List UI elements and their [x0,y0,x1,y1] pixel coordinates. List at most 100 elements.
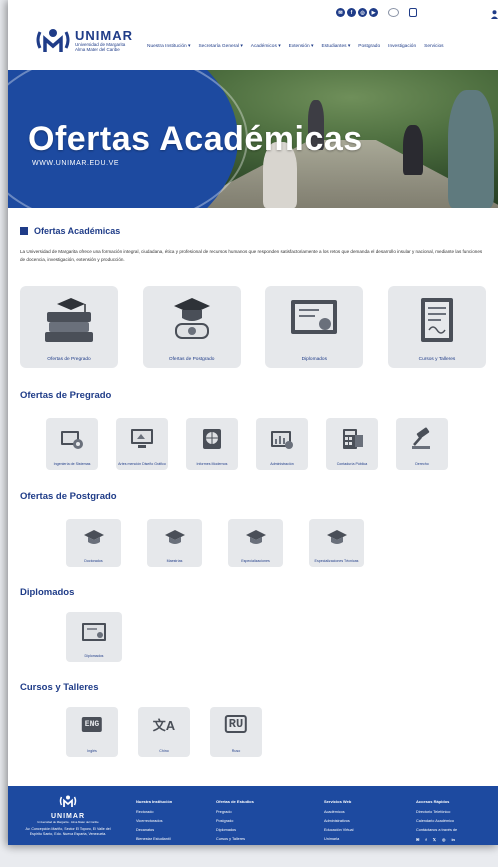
footer-link[interactable]: Educación Virtual [324,828,353,832]
footer-col-title: Servicios Web [324,799,352,804]
gavel-icon [412,427,430,449]
card-contaduria-publica[interactable]: Contaduría Pública [326,418,378,470]
footer-link[interactable]: Directorio Telefónico [416,810,457,814]
nav-extension[interactable]: Extensión ▾ [289,44,314,49]
footer-col-institucion: Nuestra Institución Rectorado Vicerrecto… [136,799,172,845]
intro-text: La Universidad de Margarita ofrece una f… [20,249,483,262]
translate-icon: 文A [152,718,176,733]
footer-link[interactable]: Vicerrectorados [136,819,172,823]
nav-secretaria-general[interactable]: Secretaría General ▾ [198,44,242,49]
card-cursos-talleres[interactable]: Cursos y Talleres [387,286,486,368]
card-ofertas-pregrado[interactable]: Ofertas de Pregrado [20,286,118,368]
email-icon[interactable]: ✉ [336,8,345,17]
offer-categories: Ofertas de Pregrado Ofertas de Postgrado [20,286,486,368]
card-label: Ofertas de Postgrado [168,357,215,362]
main-content: Ofertas Académicas La Universidad de Mar… [8,226,498,757]
cursos-heading: Cursos y Talleres [20,682,99,693]
nav-academicos[interactable]: Académicos ▾ [251,44,281,49]
card-maestrias[interactable]: Maestrías [147,519,202,567]
card-diplomados-item[interactable]: Diplomados [66,612,122,662]
footer-link[interactable]: Unimarla [324,837,353,841]
user-icon[interactable] [491,10,498,19]
certificate-icon [291,300,338,334]
card-chino[interactable]: 文A Chino [138,707,190,757]
footer-link[interactable]: Administrativos [324,819,353,823]
footer-col-title: Accesos Rápidos [416,799,450,804]
graphic-design-icon [131,429,153,448]
postgrado-heading: Ofertas de Postgrado [20,491,117,502]
logo[interactable]: UNIMAR Universidad de Margarita Alma Mat… [36,26,133,54]
footer-link[interactable]: Académicos [324,810,353,814]
card-label: Especializaciones Técnicas [314,558,359,563]
nav-postgrado[interactable]: Postgrado [358,44,380,49]
logo-title: UNIMAR [75,27,133,43]
logo-tagline: Alma Mater del Caribe [75,46,120,52]
footer-logo-sub: Universidad de Margarita · Alma Mater de… [37,820,99,824]
linkedin-icon[interactable]: in [451,837,455,842]
books-icon [45,298,93,342]
pregrado-list: Ingeniería de Sistemas Artes mención Dis… [20,418,486,470]
card-label: Ruso [231,748,241,753]
instagram-icon[interactable]: ◎ [358,8,367,17]
hero-url: WWW.UNIMAR.EDU.VE [32,160,120,167]
footer-link[interactable]: Contáctanos a través de [416,828,457,832]
hero-banner: Ofertas Académicas WWW.UNIMAR.EDU.VE [8,70,498,208]
email-icon[interactable]: ✉ [416,837,419,842]
card-label: Cursos y Talleres [418,357,456,362]
footer-link[interactable]: Decanatos [136,828,172,832]
languages-icon [203,429,221,449]
card-ingenieria-sistemas[interactable]: Ingeniería de Sistemas [46,418,98,470]
card-diplomados[interactable]: Diplomados [265,286,364,368]
nav-estudiantes[interactable]: Estudiantes ▾ [321,44,350,49]
accessibility-icon[interactable] [409,8,417,17]
cursos-list: ENG Inglés 文A Chino RU Ruso [20,707,486,757]
logo-mark-icon [36,29,70,52]
card-administracion[interactable]: Administración [256,418,308,470]
pregrado-heading: Ofertas de Pregrado [20,390,112,401]
russian-icon: RU [224,715,248,733]
nav-investigacion[interactable]: Investigación [388,44,416,49]
card-informes-modernos[interactable]: Informes Modernos [186,418,238,470]
card-ofertas-postgrado[interactable]: Ofertas de Postgrado [142,286,241,368]
english-icon: ENG [81,717,103,732]
systems-engineering-icon [61,431,83,449]
footer-col-title: Ofertas de Estudios [216,799,254,804]
card-label: Maestrías [166,558,183,563]
nav-nuestra-institucion[interactable]: Nuestra Institución ▾ [147,44,190,49]
card-diseno-grafico[interactable]: Artes mención Diseño Gráfico [116,418,168,470]
footer-link[interactable]: Bienestar Estudiantil [136,837,172,841]
certificate-icon [82,623,106,641]
footer-link[interactable]: Pregrado [216,810,254,814]
footer-link[interactable]: Calendario Académico [416,819,457,823]
card-ingles[interactable]: ENG Inglés [66,707,118,757]
card-especializaciones-tecnicas[interactable]: Especializaciones Técnicas [309,519,364,567]
graduation-diploma-icon [173,298,210,339]
footer-link[interactable]: Diplomados [216,828,254,832]
card-derecho[interactable]: Derecho [396,418,448,470]
youtube-icon[interactable]: ▶ [369,8,378,17]
footer-col-title: Nuestra Institución [136,799,173,804]
footer-link[interactable]: Rectorado [136,810,172,814]
card-especializaciones[interactable]: Especializaciones [228,519,283,567]
facebook-icon[interactable]: f [347,8,356,17]
card-label: Artes mención Diseño Gráfico [118,461,166,466]
card-label: Especializaciones [241,558,270,563]
section-marker-icon [20,227,28,235]
card-label: Ingeniería de Sistemas [53,461,91,466]
footer-col-accesos: Accesos Rápidos Directorio Telefónico Ca… [416,799,457,842]
graduation-cap-icon [83,530,104,544]
card-doctorados[interactable]: Doctorados [66,519,121,567]
card-label: Inglés [87,748,97,753]
card-label: Ofertas de Pregrado [47,357,91,362]
card-label: Chino [159,748,169,753]
twitter-icon[interactable]: 𝕏 [433,837,436,842]
diplomados-list: Diplomados [20,612,486,662]
footer-link[interactable]: Cursos y Talleres [216,837,254,841]
card-ruso[interactable]: RU Ruso [210,707,262,757]
nav-servicios[interactable]: Servicios [424,44,443,49]
accounting-icon [343,429,363,449]
language-globe-icon[interactable] [388,8,399,17]
facebook-icon[interactable]: f [425,837,426,842]
instagram-icon[interactable]: ◎ [442,837,446,842]
footer-link[interactable]: Postgrado [216,819,254,823]
